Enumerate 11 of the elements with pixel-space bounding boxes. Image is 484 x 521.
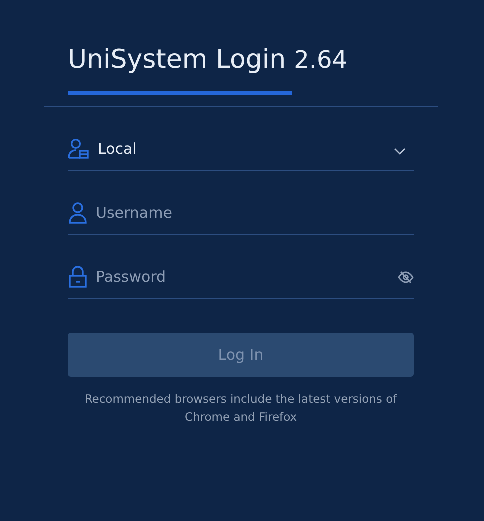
login-type-select[interactable]: Local [98,138,386,160]
username-field[interactable]: Username [96,202,414,224]
eye-slash-icon[interactable] [398,271,414,284]
lock-icon [68,266,88,288]
login-title: UniSystem Login [68,44,286,77]
chevron-down-icon[interactable] [394,148,406,156]
password-field[interactable]: Password [96,266,390,288]
user-icon [68,202,88,224]
user-card-icon [68,138,90,160]
browser-note: Recommended browsers include the latest versions of Chrome and Firefox [84,391,398,426]
version-number: 2.64 [294,45,348,76]
